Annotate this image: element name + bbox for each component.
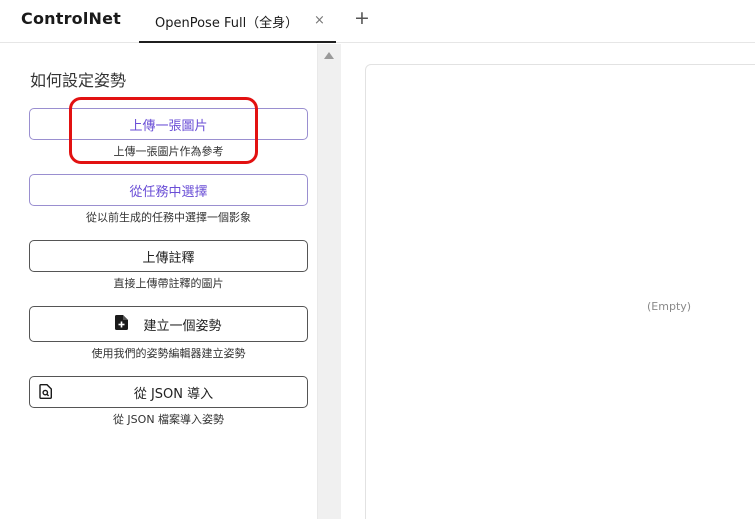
import-json-caption: 從 JSON 檔案導入姿勢 (112, 413, 225, 426)
sidebar-heading: 如何設定姿勢 (30, 71, 127, 90)
upload-image-button[interactable]: 上傳一張圖片 (29, 108, 308, 140)
upload-image-caption: 上傳一張圖片作為參考 (113, 145, 224, 158)
create-pose-label: 建立一個姿勢 (143, 318, 222, 334)
create-pose-caption: 使用我們的姿勢編輯器建立姿勢 (91, 347, 246, 360)
scroll-up-arrow-icon[interactable] (324, 52, 334, 59)
upload-annotation-button[interactable]: 上傳註釋 (29, 240, 308, 272)
file-search-icon (39, 384, 52, 399)
upload-annotation-label: 上傳註釋 (142, 250, 195, 266)
upload-annotation-caption: 直接上傳帶註釋的圖片 (113, 277, 224, 290)
app-title: ControlNet (21, 9, 122, 28)
empty-placeholder: (Empty) (647, 300, 692, 313)
close-icon[interactable]: × (314, 13, 325, 28)
file-plus-icon (115, 315, 128, 330)
top-bar: ControlNet OpenPose Full（全身） × + (0, 0, 755, 43)
select-from-tasks-button[interactable]: 從任務中選擇 (29, 174, 308, 206)
sidebar-scrollbar[interactable] (317, 44, 341, 519)
select-from-tasks-label: 從任務中選擇 (129, 184, 208, 200)
import-json-button[interactable]: 從 JSON 導入 (29, 376, 308, 408)
sidebar: 如何設定姿勢 上傳一張圖片 上傳一張圖片作為參考 從任務中選擇 從以前生成的任務… (0, 44, 317, 519)
upload-image-label: 上傳一張圖片 (129, 118, 208, 134)
create-pose-button[interactable]: 建立一個姿勢 (29, 306, 308, 342)
tab-label: OpenPose Full（全身） (155, 16, 299, 31)
select-from-tasks-caption: 從以前生成的任務中選擇一個影象 (86, 211, 251, 224)
tab-openpose-full[interactable]: OpenPose Full（全身） × (139, 0, 336, 43)
add-tab-button[interactable]: + (354, 8, 370, 28)
pose-canvas[interactable] (365, 64, 755, 519)
import-json-label: 從 JSON 導入 (133, 386, 214, 402)
